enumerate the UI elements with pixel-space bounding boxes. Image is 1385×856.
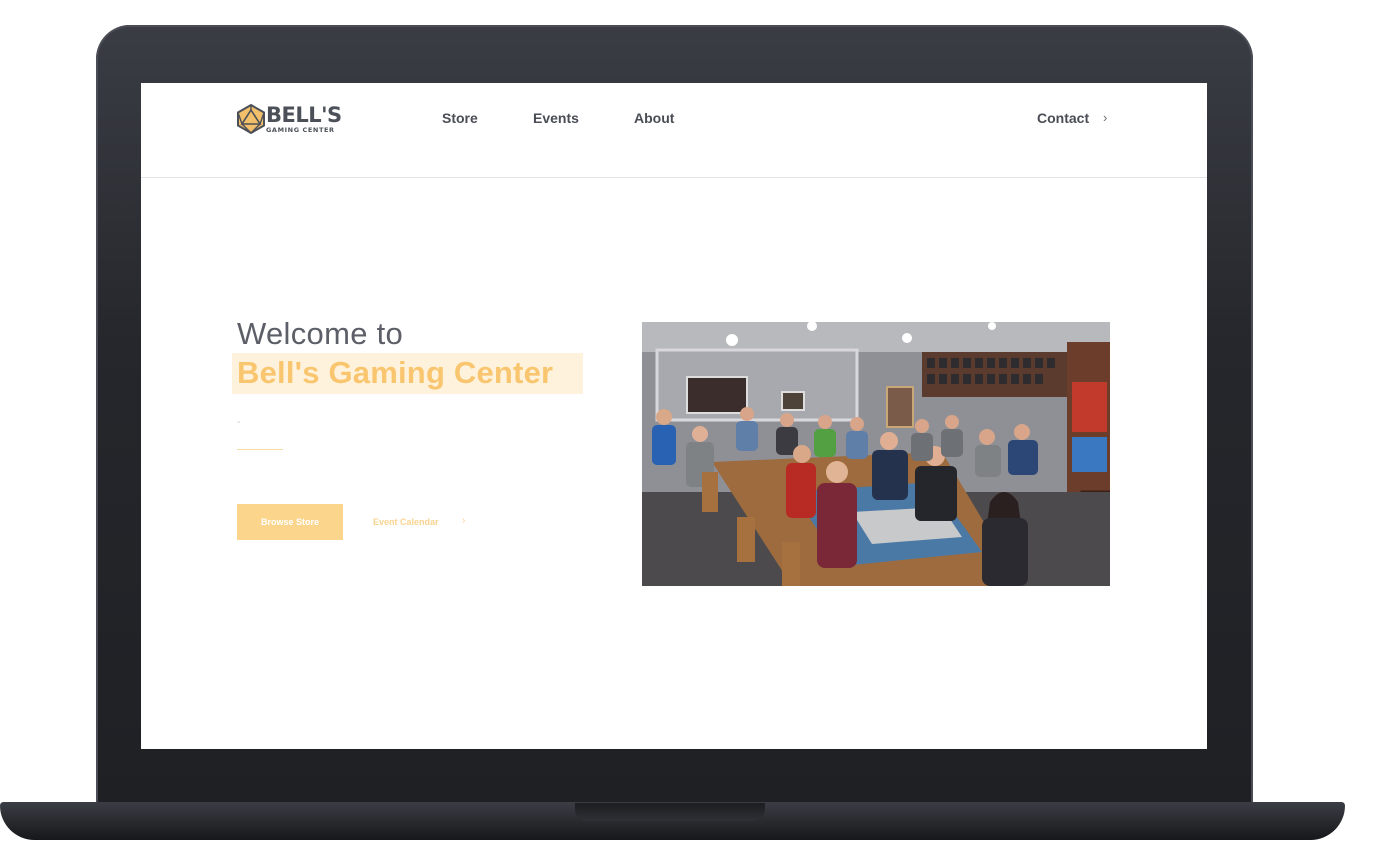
nav-store-link[interactable]: Store: [442, 110, 478, 126]
site-header: BELL'S GAMING CENTER Store Events About …: [141, 83, 1207, 178]
logo-wordmark: BELL'S: [266, 103, 342, 127]
hero-subtext: -: [237, 416, 241, 428]
hero-heading-line1: Welcome to: [237, 316, 404, 351]
event-calendar-link[interactable]: Event Calendar: [373, 517, 439, 527]
nav-about-link[interactable]: About: [634, 110, 674, 126]
gaming-group-photo: [642, 322, 1110, 586]
hero-divider: [237, 449, 283, 450]
chevron-right-icon: ›: [1103, 110, 1108, 125]
hero-heading-line2: Bell's Gaming Center: [237, 355, 554, 390]
d20-dice-icon: [237, 104, 265, 134]
site-logo[interactable]: BELL'S GAMING CENTER: [236, 102, 348, 136]
hero-photo: [642, 322, 1110, 586]
chevron-right-icon: ›: [462, 515, 466, 526]
browse-store-button[interactable]: Browse Store: [237, 504, 343, 540]
laptop-notch: [575, 803, 765, 821]
laptop-screen: BELL'S GAMING CENTER Store Events About …: [141, 83, 1207, 749]
nav-events-link[interactable]: Events: [533, 110, 579, 126]
nav-contact-link[interactable]: Contact: [1037, 110, 1089, 126]
logo-subline: GAMING CENTER: [266, 126, 335, 134]
